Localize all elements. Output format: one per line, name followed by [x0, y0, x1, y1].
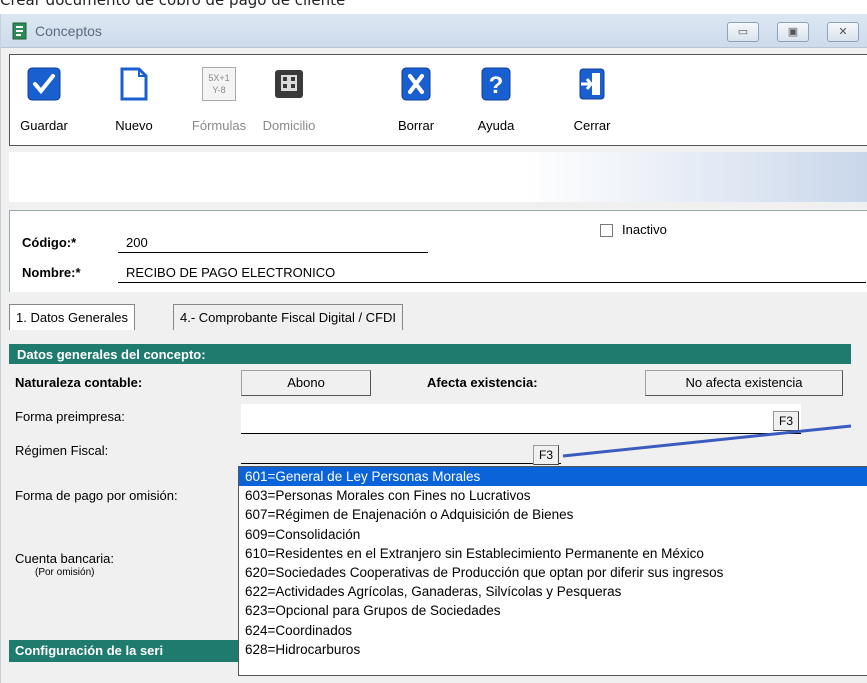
regimen-option-628[interactable]: 628=Hidrocarburos [239, 640, 867, 659]
domicilio-button[interactable]: Domicilio [256, 63, 322, 143]
regimen-option-603[interactable]: 603=Personas Morales con Fines no Lucrat… [239, 486, 867, 505]
regimen-option-610[interactable]: 610=Residentes en el Extranjero sin Esta… [239, 544, 867, 563]
codigo-label: Código:* [22, 235, 77, 250]
nombre-value: RECIBO DE PAGO ELECTRONICO [126, 265, 336, 280]
nuevo-button[interactable]: Nuevo [104, 63, 164, 143]
help-icon: ? [481, 67, 511, 101]
minimize-button[interactable]: ▭ [727, 22, 759, 42]
codigo-value: 200 [126, 235, 148, 250]
cuenta-bancaria-label: Cuenta bancaria: [15, 551, 115, 566]
section-header-configuracion: Configuración de la seri [9, 640, 239, 662]
annotation-arrow [562, 424, 852, 458]
toolbar: Guardar Nuevo 5X+1 Y-8 Fórmulas Domicili… [9, 54, 867, 146]
tab-datos-generales[interactable]: 1. Datos Generales [9, 304, 136, 330]
codigo-field[interactable]: 200 [118, 231, 428, 253]
new-document-icon [120, 67, 148, 101]
delete-x-icon [401, 67, 431, 101]
nombre-label: Nombre:* [22, 265, 81, 280]
regimen-option-607[interactable]: 607=Régimen de Enajenación o Adquisición… [239, 505, 867, 524]
exit-door-icon [579, 68, 605, 100]
maximize-icon: ▣ [787, 26, 799, 38]
inactivo-label: Inactivo [622, 222, 667, 237]
regimen-option-623[interactable]: 623=Opcional para Grupos de Sociedades [239, 601, 867, 620]
forma-preimpresa-label: Forma preimpresa: [15, 409, 125, 424]
nombre-field[interactable]: RECIBO DE PAGO ELECTRONICO [118, 261, 866, 283]
afecta-existencia-label: Afecta existencia: [427, 375, 538, 390]
minimize-icon: ▭ [737, 26, 749, 38]
app-icon [12, 22, 27, 40]
nuevo-label: Nuevo [115, 118, 153, 133]
regimen-option-620[interactable]: 620=Sociedades Cooperativas de Producció… [239, 563, 867, 582]
inactivo-checkbox[interactable] [600, 224, 613, 237]
close-icon: ✕ [838, 26, 848, 38]
forma-pago-label: Forma de pago por omisión: [15, 488, 178, 503]
domicilio-label: Domicilio [262, 118, 316, 133]
regimen-fiscal-label: Régimen Fiscal: [15, 443, 109, 458]
conceptos-window: Conceptos ▭ ▣ ✕ Guardar Nuevo 5X+1 Y-8 F… [0, 14, 867, 683]
regimen-option-624[interactable]: 624=Coordinados [239, 621, 867, 640]
cerrar-label: Cerrar [573, 118, 611, 133]
maximize-button[interactable]: ▣ [777, 22, 809, 42]
tab-strip: 1. Datos Generales 4.- Comprobante Fisca… [9, 304, 867, 330]
checkmark-icon [27, 67, 61, 101]
building-icon [275, 70, 303, 98]
naturaleza-label: Naturaleza contable: [15, 375, 143, 390]
afecta-existencia-button[interactable]: No afecta existencia [645, 370, 843, 396]
formulas-label: Fórmulas [191, 118, 247, 133]
caption-text: Crear documento de cobro de pago de clie… [0, 0, 346, 9]
formula-icon: 5X+1 Y-8 [202, 67, 236, 101]
guardar-button[interactable]: Guardar [14, 63, 74, 143]
window-title: Conceptos [35, 23, 102, 39]
svg-text:?: ? [489, 72, 504, 99]
tab-comprobante-fiscal[interactable]: 4.- Comprobante Fiscal Digital / CFDI [173, 304, 404, 330]
naturaleza-button[interactable]: Abono [241, 370, 371, 396]
header-banner [9, 152, 867, 202]
cerrar-button[interactable]: Cerrar [562, 63, 622, 143]
regimen-fiscal-f3-button[interactable]: F3 [533, 445, 559, 465]
regimen-fiscal-field[interactable] [241, 438, 561, 464]
ayuda-button[interactable]: ? Ayuda [466, 63, 526, 143]
formulas-button[interactable]: 5X+1 Y-8 Fórmulas [186, 63, 252, 143]
ayuda-label: Ayuda [477, 118, 515, 133]
section-header-datos-generales: Datos generales del concepto: [9, 344, 851, 364]
regimen-option-622[interactable]: 622=Actividades Agrícolas, Ganaderas, Si… [239, 582, 867, 601]
cuenta-bancaria-sublabel: (Por omisión) [35, 567, 95, 578]
regimen-option-609[interactable]: 609=Consolidación [239, 525, 867, 544]
borrar-label: Borrar [397, 118, 435, 133]
regimen-fiscal-dropdown[interactable]: 601=General de Ley Personas Morales 603=… [238, 466, 867, 676]
guardar-label: Guardar [20, 118, 68, 133]
title-bar: Conceptos ▭ ▣ ✕ [1, 14, 867, 48]
close-button[interactable]: ✕ [827, 22, 859, 42]
concept-form-panel: Código:* 200 Inactivo Nombre:* RECIBO DE… [9, 210, 867, 292]
regimen-option-601[interactable]: 601=General de Ley Personas Morales [239, 467, 867, 487]
borrar-button[interactable]: Borrar [386, 63, 446, 143]
